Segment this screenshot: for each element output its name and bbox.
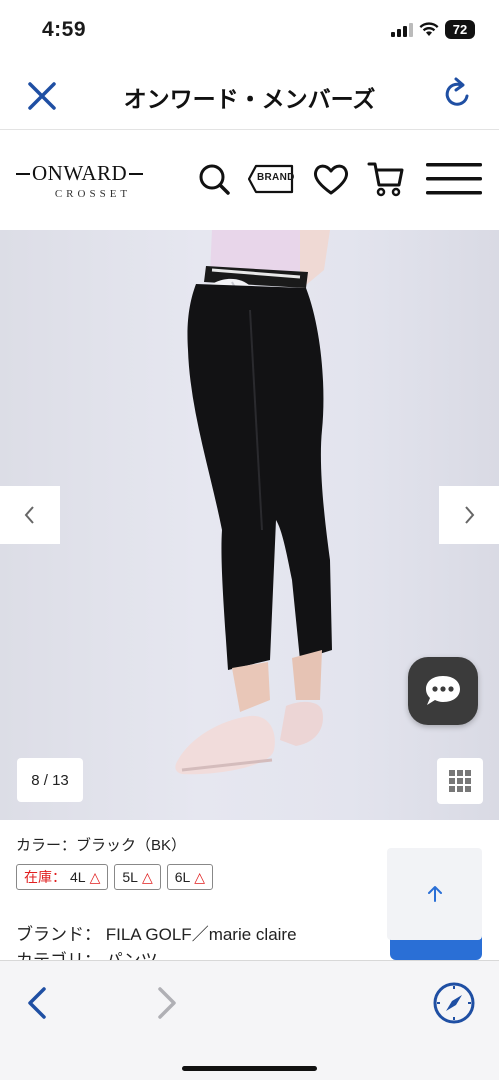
image-counter: 8 / 13 — [17, 758, 83, 802]
size-label: 6L — [174, 869, 191, 885]
chat-support-button[interactable] — [408, 657, 478, 725]
chevron-left-icon — [24, 506, 34, 524]
grid-view-button[interactable] — [437, 758, 483, 804]
battery-indicator: 72 — [445, 20, 475, 39]
logo-sub-text: CROSSET — [54, 188, 132, 200]
menu-hamburger-icon[interactable] — [424, 159, 484, 199]
site-header: ONWARD CROSSET BRAND — [0, 131, 499, 230]
scroll-to-top-button[interactable] — [387, 848, 482, 940]
brand-line: ブランド： FILA GOLF／marie claire — [16, 925, 297, 944]
gallery-next-button[interactable] — [439, 486, 499, 544]
wifi-icon — [419, 22, 439, 36]
size-label: 5L — [122, 869, 138, 885]
search-icon[interactable] — [194, 159, 234, 199]
chat-bubble-icon — [426, 676, 460, 705]
size-chip-5l[interactable]: 5L △ — [114, 864, 161, 890]
grid-icon — [449, 770, 471, 792]
cellular-signal-icon — [391, 22, 413, 37]
stock-size-chips: 在庫： 4L △ 5L △ 6L △ — [16, 864, 214, 890]
stock-label: 在庫： — [24, 869, 66, 885]
browser-title: オンワード・メンバーズ — [123, 86, 376, 112]
stock-mark: △ — [89, 868, 101, 885]
forward-arrow-icon[interactable] — [150, 983, 182, 1023]
home-indicator — [182, 1066, 317, 1071]
status-time: 4:59 — [42, 18, 87, 41]
browser-toolbar — [0, 960, 499, 1080]
reload-icon[interactable] — [437, 74, 477, 114]
brand-button[interactable]: BRAND — [247, 164, 295, 194]
safari-compass-icon[interactable] — [432, 981, 476, 1025]
size-label: 4L — [70, 869, 86, 885]
stock-mark: △ — [194, 868, 206, 885]
back-arrow-icon[interactable] — [22, 983, 54, 1023]
size-chip-6l[interactable]: 6L △ — [166, 864, 214, 890]
favorite-heart-icon[interactable] — [311, 159, 351, 199]
stock-mark: △ — [141, 868, 153, 885]
arrow-up-icon — [427, 886, 442, 902]
product-photo — [175, 230, 332, 775]
onward-crosset-logo[interactable]: ONWARD CROSSET — [14, 161, 164, 205]
size-chip-4l[interactable]: 在庫： 4L △ — [16, 864, 109, 890]
browser-nav-bar: オンワード・メンバーズ — [0, 60, 499, 130]
cart-icon[interactable] — [366, 159, 406, 199]
logo-main-text: ONWARD — [32, 161, 128, 185]
brand-button-label: BRAND — [257, 172, 295, 183]
status-bar: 4:59 72 — [0, 0, 499, 60]
product-image-gallery[interactable]: 8 / 13 — [0, 230, 499, 820]
product-info: カラー：ブラック（BK） 在庫： 4L △ 5L △ 6L △ ブランド： FI… — [0, 820, 499, 960]
gallery-prev-button[interactable] — [0, 486, 60, 544]
chevron-right-icon — [465, 506, 475, 524]
status-icons: 72 — [391, 20, 475, 39]
color-label: カラー：ブラック（BK） — [16, 837, 187, 854]
category-line: カテゴリ： パンツ — [16, 946, 158, 960]
